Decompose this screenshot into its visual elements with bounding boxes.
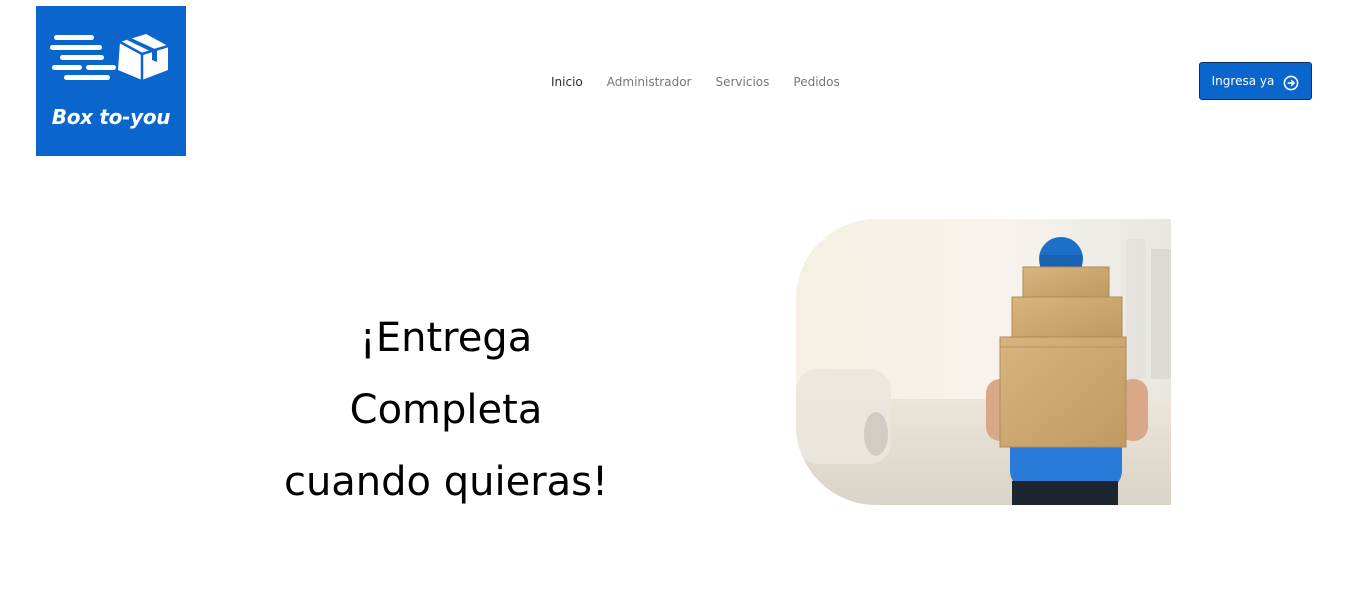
fast-delivery-box-icon xyxy=(50,34,169,80)
nav-item-pedidos[interactable]: Pedidos xyxy=(793,75,839,89)
hero-image xyxy=(796,219,1171,505)
nav-item-inicio[interactable]: Inicio xyxy=(551,75,583,89)
hero-line: ¡Entrega xyxy=(359,315,533,361)
cta-label: Ingresa ya xyxy=(1211,74,1275,88)
nav-item-servicios[interactable]: Servicios xyxy=(715,75,769,89)
hero-headline: ¡Entrega Completa cuando quieras! xyxy=(236,302,656,518)
arrow-circle-right-icon xyxy=(1283,75,1299,91)
brand-logo[interactable]: Box to-you xyxy=(36,6,186,156)
ingresa-ya-button[interactable]: Ingresa ya xyxy=(1199,62,1312,100)
hero-line: Completa xyxy=(349,387,543,433)
landing-page: Box to-you Inicio Administrador Servicio… xyxy=(0,0,1366,613)
nav-item-administrador[interactable]: Administrador xyxy=(607,75,692,89)
main-nav: Inicio Administrador Servicios Pedidos xyxy=(551,75,840,89)
logo-text: Box to-you xyxy=(51,105,171,129)
hero-line: cuando quieras! xyxy=(283,459,609,505)
